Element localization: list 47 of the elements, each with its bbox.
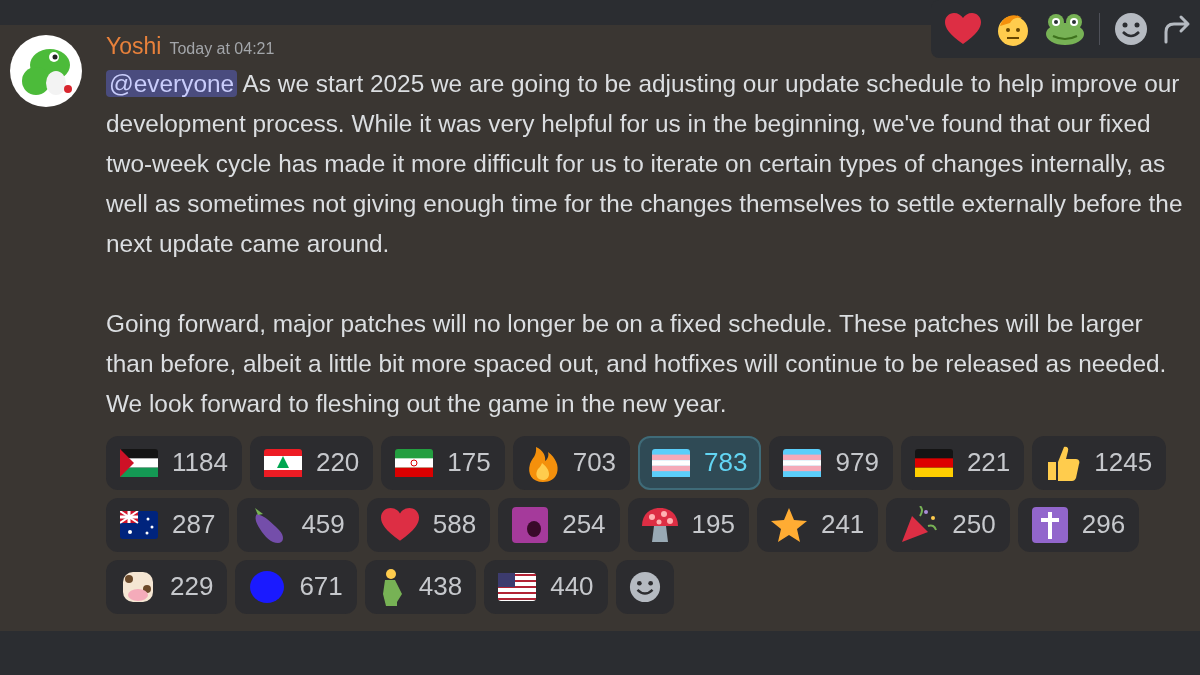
mention-link[interactable]: @everyone bbox=[106, 69, 238, 97]
reaction-button[interactable]: 1245 bbox=[1032, 435, 1167, 490]
flag-icon bbox=[783, 448, 822, 477]
reaction-button[interactable]: 221 bbox=[900, 435, 1025, 490]
mushroom-icon bbox=[641, 505, 678, 544]
reaction-button[interactable]: 296 bbox=[1017, 497, 1140, 552]
add-reaction-icon bbox=[628, 570, 661, 603]
flag-icon bbox=[652, 448, 691, 477]
reaction-button[interactable]: 175 bbox=[381, 435, 505, 490]
message-text: @everyone As we start 2025 we are going to be adjusting our update schedule to help improve our development process. While it was very helpful for us in the beginning, we've found that our fixed two-week cycle has made it more difficult for us to iterate on certain types of changes internally, as well as sometimes not giving enough time for the changes themselves to settle externally before the next update came around. bbox=[106, 68, 1184, 259]
reaction-button[interactable]: 220 bbox=[249, 435, 374, 490]
reaction-button[interactable]: 588 bbox=[366, 497, 491, 552]
flag-icon bbox=[498, 572, 537, 601]
reaction-button[interactable]: 671 bbox=[235, 559, 357, 614]
heart-icon[interactable] bbox=[945, 13, 981, 45]
reaction-button[interactable]: 250 bbox=[886, 497, 1010, 552]
reaction-button[interactable]: 229 bbox=[106, 559, 228, 614]
cross-icon bbox=[1031, 506, 1068, 543]
party-popper-icon bbox=[900, 505, 939, 544]
add-reaction-icon[interactable] bbox=[1114, 12, 1148, 46]
add-reaction-button[interactable] bbox=[615, 559, 674, 614]
reaction-button[interactable]: 254 bbox=[498, 497, 620, 552]
reaction-button[interactable]: 459 bbox=[237, 497, 359, 552]
flag-icon bbox=[120, 510, 158, 539]
image-icon bbox=[512, 506, 549, 543]
heart-icon bbox=[380, 507, 419, 542]
reaction-button[interactable]: 1184 bbox=[106, 435, 242, 490]
reaction-button[interactable]: 979 bbox=[769, 435, 893, 490]
forward-icon[interactable] bbox=[1162, 14, 1192, 44]
frog-icon[interactable] bbox=[1045, 13, 1085, 45]
reaction-button[interactable]: 438 bbox=[364, 559, 477, 614]
timestamp: Today at 04:21 bbox=[169, 39, 275, 59]
message-text: Going forward, major patches will no longer be on a fixed schedule. These patches will be larger than before, albeit a little bit more spaced out, and hotfixes will continue to be released as needed. We look forward to fleshing out the game in the new year. bbox=[106, 308, 1168, 419]
blob-icon bbox=[249, 569, 286, 604]
reaction-button[interactable]: 703 bbox=[512, 435, 631, 490]
reaction-button[interactable]: 195 bbox=[627, 497, 749, 552]
flag-icon bbox=[263, 448, 302, 477]
reaction-button[interactable]: 440 bbox=[484, 559, 608, 614]
reaction-button[interactable]: 783 bbox=[638, 435, 762, 490]
reaction-button[interactable]: 241 bbox=[756, 497, 879, 552]
author-name[interactable]: Yoshi bbox=[106, 29, 162, 64]
flag-icon bbox=[120, 448, 158, 477]
star-icon bbox=[770, 507, 807, 542]
avatar-drawing bbox=[10, 35, 82, 107]
flag-icon bbox=[914, 448, 953, 477]
reaction-button[interactable]: 287 bbox=[106, 497, 230, 552]
flag-icon bbox=[395, 448, 434, 477]
